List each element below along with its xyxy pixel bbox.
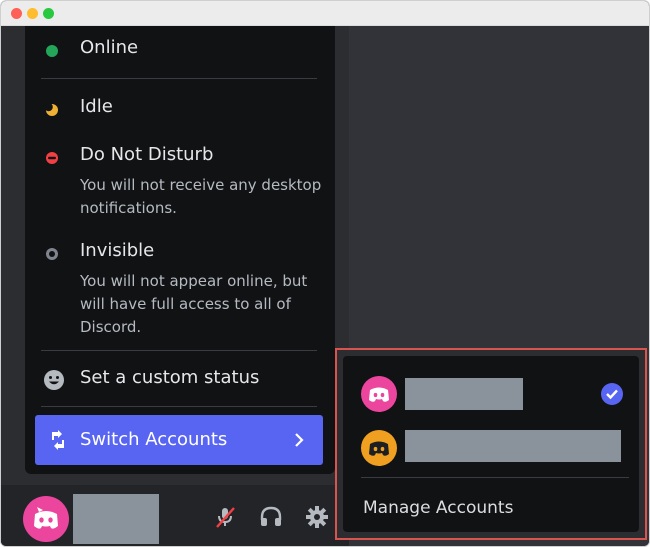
status-invisible-description: You will not appear online, but will hav…: [80, 272, 308, 336]
status-online-label: Online: [80, 37, 139, 58]
set-custom-status-label: Set a custom status: [80, 367, 260, 388]
smiley-icon: [44, 370, 64, 390]
account-name-placeholder: [405, 430, 621, 462]
menu-divider: [361, 477, 629, 478]
do-not-disturb-icon: [46, 152, 58, 164]
idle-moon-icon: [45, 103, 58, 116]
status-online-item[interactable]: Online: [45, 37, 325, 67]
status-invisible-label: Invisible: [80, 240, 155, 261]
menu-divider: [41, 350, 317, 351]
swap-accounts-icon: [52, 430, 64, 450]
account-avatar-orange: [361, 430, 397, 466]
menu-divider: [41, 78, 317, 79]
accounts-list: Manage Accounts: [343, 356, 639, 532]
user-panel: [1, 485, 349, 546]
chevron-right-icon: [295, 433, 304, 447]
status-invisible-item[interactable]: Invisible You will not appear online, bu…: [45, 240, 325, 340]
online-status-icon: [46, 45, 58, 57]
manage-accounts-button[interactable]: Manage Accounts: [363, 498, 513, 518]
status-dnd-description: You will not receive any desktop notific…: [80, 176, 322, 217]
switch-accounts-button[interactable]: Switch Accounts: [35, 415, 323, 465]
status-idle-label: Idle: [80, 96, 113, 117]
minimize-window-button[interactable]: [27, 8, 38, 19]
status-dnd-label: Do Not Disturb: [80, 144, 214, 165]
status-dnd-item[interactable]: Do Not Disturb You will not receive any …: [45, 144, 325, 220]
switch-accounts-label: Switch Accounts: [80, 429, 228, 450]
zoom-window-button[interactable]: [43, 8, 54, 19]
menu-divider: [41, 406, 317, 407]
title-bar: [1, 1, 649, 26]
status-idle-item[interactable]: Idle: [45, 96, 325, 126]
username-placeholder[interactable]: [73, 494, 159, 544]
close-window-button[interactable]: [11, 8, 22, 19]
settings-gear-icon[interactable]: [305, 505, 329, 529]
accounts-panel-highlight: Manage Accounts: [335, 348, 647, 540]
selected-check-icon: [601, 383, 623, 405]
account-avatar-pink: [361, 376, 397, 412]
user-avatar[interactable]: [23, 496, 69, 542]
mute-mic-icon[interactable]: [213, 505, 237, 529]
app-window: Online Idle Do Not Disturb You will not …: [0, 0, 650, 547]
headphones-icon[interactable]: [259, 505, 283, 529]
status-menu: Online Idle Do Not Disturb You will not …: [25, 26, 335, 474]
invisible-status-icon: [46, 248, 58, 260]
set-custom-status-item[interactable]: Set a custom status: [44, 367, 325, 397]
account-name-placeholder: [405, 378, 523, 410]
